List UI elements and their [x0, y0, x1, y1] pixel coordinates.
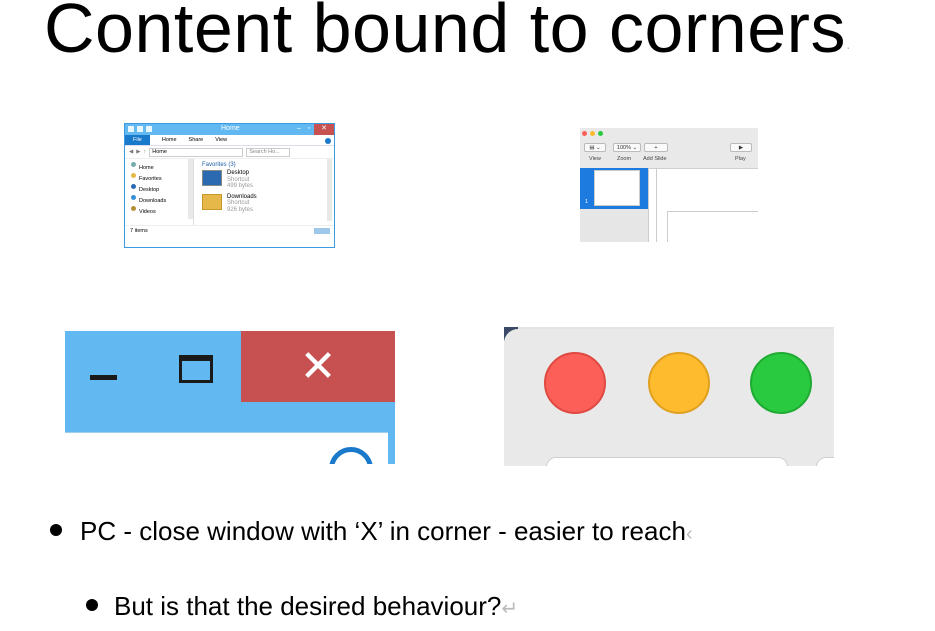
- desktop-shortcut-icon: [202, 170, 222, 186]
- slide-canvas: [667, 211, 758, 242]
- play-label: Play: [735, 156, 746, 162]
- minimize-icon[interactable]: –: [294, 124, 304, 135]
- bullet-item: But is that the desired behaviour?↵: [86, 590, 518, 625]
- bullet-icon: [86, 599, 98, 612]
- back-icon[interactable]: ◀: [129, 149, 133, 155]
- ribbon-tab-view[interactable]: View: [215, 137, 227, 143]
- content-scrollbar[interactable]: [327, 159, 332, 221]
- up-icon[interactable]: ↑: [143, 149, 146, 155]
- maximize-icon[interactable]: ▫: [304, 124, 314, 135]
- explorer-body: Home Favorites Desktop Downloads Videos …: [125, 159, 334, 225]
- explorer-address-bar: ◀ ▶ ↑ Home Search Ho...: [125, 146, 334, 159]
- windows-explorer-thumbnail: Home – ▫ ✕ File Home Share View ◀ ▶ ↑ Ho…: [124, 123, 335, 248]
- list-item[interactable]: Downloads Shortcut 926 bytes: [202, 193, 334, 214]
- close-icon: ✕: [299, 341, 337, 392]
- downloads-folder-icon: [202, 193, 222, 210]
- minimize-icon[interactable]: [90, 375, 117, 380]
- list-item[interactable]: Desktop Shortcut 499 bytes: [202, 170, 334, 190]
- nav-item-desktop[interactable]: Desktop: [131, 184, 193, 196]
- explorer-content: Favorites (3) Desktop Shortcut 499 bytes D…: [194, 159, 334, 225]
- ribbon-tab-share[interactable]: Share: [189, 137, 204, 143]
- canvas-divider: [656, 168, 657, 242]
- zoom-label: Zoom: [617, 156, 632, 162]
- explorer-window-title: Home: [221, 125, 240, 132]
- close-button[interactable]: ✕: [241, 331, 395, 402]
- close-icon[interactable]: ✕: [314, 124, 334, 135]
- slide-thumbnail-selected[interactable]: 1: [580, 168, 648, 209]
- nav-item-downloads[interactable]: Downloads: [131, 195, 193, 207]
- close-light-icon[interactable]: [582, 131, 587, 136]
- explorer-ribbon: File Home Share View: [125, 135, 334, 146]
- nav-scrollbar[interactable]: [188, 159, 193, 219]
- traffic-lights: [582, 131, 603, 136]
- mac-traffic-lights-zoomed: [504, 327, 834, 466]
- slide-title: Content bound to corners·: [44, 0, 852, 67]
- play-button[interactable]: ▶: [730, 143, 752, 152]
- toolbar-field-fragment: [816, 457, 834, 466]
- keynote-toolbar: ▤ ⌄ 100% ⌄ + ▶ View Zoom Add Slide Play: [580, 128, 758, 169]
- ribbon-tab-file[interactable]: File: [125, 135, 150, 145]
- window-border: [388, 432, 395, 464]
- nav-item-favorites[interactable]: Favorites: [131, 173, 193, 185]
- zoom-button[interactable]: 100% ⌄: [613, 143, 641, 152]
- mac-keynote-thumbnail: ▤ ⌄ 100% ⌄ + ▶ View Zoom Add Slide Play …: [580, 128, 758, 242]
- slide-number: 1: [585, 199, 589, 205]
- explorer-status-bar: 7 items: [125, 225, 334, 236]
- nav-item-home[interactable]: Home: [131, 162, 193, 174]
- address-field[interactable]: Home: [149, 147, 244, 157]
- maximize-icon[interactable]: [179, 355, 213, 383]
- item-count: 7 items: [130, 228, 148, 234]
- minimize-light-icon[interactable]: [590, 131, 595, 136]
- explorer-nav-pane: Home Favorites Desktop Downloads Videos: [125, 159, 194, 225]
- ribbon-tab-home[interactable]: Home: [162, 137, 177, 143]
- view-button[interactable]: ▤ ⌄: [584, 143, 606, 152]
- title-end-mark: ·: [845, 39, 852, 55]
- minimize-light-icon[interactable]: [648, 352, 710, 414]
- paragraph-mark: ↵: [501, 598, 519, 620]
- view-toggle-icon[interactable]: [314, 228, 330, 234]
- paragraph-mark: ‹: [685, 523, 693, 545]
- zoom-light-icon[interactable]: [598, 131, 603, 136]
- bullet-item: PC - close window with ‘X’ in corner - e…: [50, 515, 693, 550]
- quick-access-icons: [128, 126, 152, 132]
- group-label: Favorites (3): [202, 162, 236, 168]
- nav-item-videos[interactable]: Videos: [131, 206, 193, 218]
- toolbar-field-fragment: [546, 457, 788, 466]
- close-light-icon[interactable]: [544, 352, 606, 414]
- zoom-light-icon[interactable]: [750, 352, 812, 414]
- forward-icon[interactable]: ▶: [136, 149, 140, 155]
- explorer-titlebar: Home – ▫ ✕: [125, 124, 334, 135]
- bullet-icon: [50, 524, 62, 537]
- explorer-window-controls: – ▫ ✕: [294, 124, 334, 135]
- help-icon[interactable]: [325, 138, 331, 144]
- slide-preview: [594, 170, 640, 206]
- add-slide-label: Add Slide: [643, 156, 667, 162]
- search-input[interactable]: Search Ho...: [246, 147, 291, 157]
- view-label: View: [589, 156, 601, 162]
- windows-controls-zoomed: ✕: [65, 331, 395, 464]
- add-slide-button[interactable]: +: [644, 143, 668, 152]
